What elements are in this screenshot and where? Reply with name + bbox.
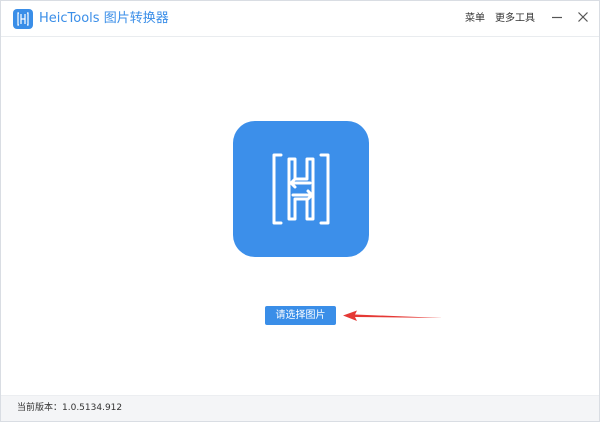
minimize-icon (552, 16, 562, 19)
menu-button[interactable]: 菜单 (465, 12, 485, 26)
app-title: HeicTools 图片转换器 (39, 11, 169, 26)
select-image-button[interactable]: 请选择图片 (265, 306, 336, 325)
minimize-button[interactable] (549, 9, 565, 25)
heic-logo-icon (13, 9, 33, 29)
close-button[interactable] (575, 9, 591, 25)
red-arrow-icon (343, 310, 443, 321)
title-bar: HeicTools 图片转换器 菜单 更多工具 (1, 1, 599, 37)
heic-convert-icon (233, 121, 369, 257)
close-icon (578, 12, 588, 22)
status-bar: 当前版本：1.0.5134.912 (1, 395, 599, 421)
version-text: 当前版本：1.0.5134.912 (17, 403, 123, 413)
app-window: HeicTools 图片转换器 菜单 更多工具 请选择图片 当前版本：1.0.5… (0, 0, 600, 422)
more-tools-button[interactable]: 更多工具 (495, 12, 535, 26)
